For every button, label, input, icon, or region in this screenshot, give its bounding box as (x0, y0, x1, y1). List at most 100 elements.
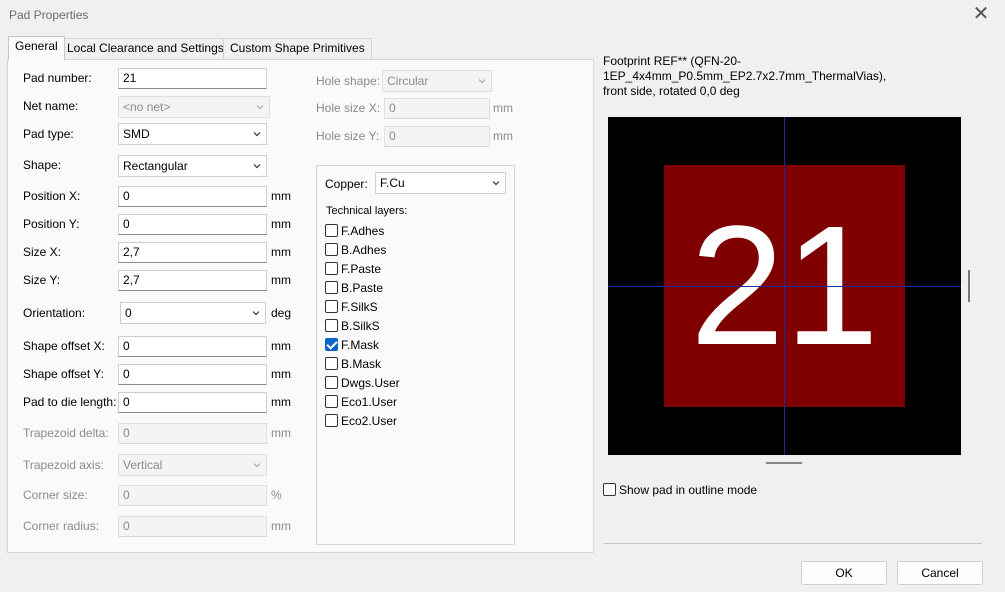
layer-checkbox-eco1-user[interactable]: Eco1.User (325, 395, 397, 411)
pad-number-label: Pad number: (23, 71, 92, 85)
layer-checkbox-f-adhes[interactable]: F.Adhes (325, 224, 384, 240)
ok-button[interactable]: OK (801, 561, 887, 585)
net-name-value: <no net> (123, 100, 171, 114)
chevron-down-icon (478, 79, 486, 84)
checkbox-box[interactable] (325, 300, 338, 313)
layer-label: B.Adhes (341, 243, 387, 257)
cancel-button[interactable]: Cancel (897, 561, 983, 585)
close-icon[interactable]: ✕ (971, 4, 991, 25)
hole-size-x-label: Hole size X: (316, 101, 381, 115)
corner-size-unit: % (271, 488, 282, 502)
hole-size-y-label: Hole size Y: (316, 129, 380, 143)
corner-radius-input: 0 (118, 516, 267, 537)
tab-custom-shape-primitives[interactable]: Custom Shape Primitives (223, 38, 372, 59)
position-y-unit: mm (271, 217, 291, 231)
pad-type-value: SMD (123, 127, 150, 141)
separator-line (603, 543, 982, 544)
copper-select[interactable]: F.Cu (375, 172, 506, 194)
layer-label: F.SilkS (341, 300, 378, 314)
hole-size-y-input: 0 (384, 126, 490, 147)
position-y-label: Position Y: (23, 217, 80, 231)
hole-size-y-unit: mm (493, 129, 513, 143)
shape-offset-y-input[interactable]: 0 (118, 364, 267, 385)
corner-radius-label: Corner radius: (23, 519, 100, 533)
crosshair-horizontal (608, 286, 961, 287)
size-y-unit: mm (271, 273, 291, 287)
size-y-input[interactable]: 2,7 (118, 270, 267, 291)
shape-select[interactable]: Rectangular (118, 155, 267, 177)
shape-offset-y-unit: mm (271, 367, 291, 381)
layer-label: B.Paste (341, 281, 384, 295)
checkbox-box[interactable] (325, 338, 338, 351)
tab-general[interactable]: General (8, 36, 65, 60)
layer-label: Eco2.User (341, 414, 398, 428)
shape-offset-x-unit: mm (271, 339, 291, 353)
shape-label: Shape: (23, 158, 62, 172)
layer-label: F.Adhes (341, 224, 385, 238)
checkbox-box[interactable] (325, 319, 338, 332)
layer-label: B.SilkS (341, 319, 380, 333)
copper-value: F.Cu (380, 176, 405, 190)
layer-label: Dwgs.User (341, 376, 400, 390)
corner-size-label: Corner size: (23, 488, 88, 502)
pad-to-die-input[interactable]: 0 (118, 392, 267, 413)
layer-checkbox-b-adhes[interactable]: B.Adhes (325, 243, 386, 259)
layer-checkbox-eco2-user[interactable]: Eco2.User (325, 414, 397, 430)
trapezoid-delta-input: 0 (118, 423, 267, 444)
layer-label: F.Paste (341, 262, 382, 276)
size-x-input[interactable]: 2,7 (118, 242, 267, 263)
footprint-caption-line2: front side, rotated 0,0 deg (603, 84, 740, 98)
layer-label: F.Mask (341, 338, 380, 352)
checkbox-box[interactable] (325, 357, 338, 370)
pad-number-input[interactable]: 21 (118, 68, 267, 89)
net-name-label: Net name: (23, 99, 79, 113)
checkbox-box[interactable] (325, 262, 338, 275)
checkbox-box[interactable] (325, 281, 338, 294)
shape-offset-x-input[interactable]: 0 (118, 336, 267, 357)
position-y-input[interactable]: 0 (118, 214, 267, 235)
trapezoid-delta-label: Trapezoid delta: (23, 426, 109, 440)
pad-preview-canvas[interactable]: 21 (608, 117, 961, 455)
layer-checkbox-dwgs-user[interactable]: Dwgs.User (325, 376, 400, 392)
trapezoid-axis-value: Vertical (123, 458, 163, 472)
technical-layers-label: Technical layers: (326, 205, 408, 217)
layer-checkbox-f-paste[interactable]: F.Paste (325, 262, 381, 278)
chevron-down-icon (253, 132, 261, 137)
hole-shape-select: Circular (382, 70, 492, 92)
vertical-splitter-handle[interactable] (968, 270, 970, 302)
layer-checkbox-f-mask[interactable]: F.Mask (325, 338, 379, 354)
orientation-combo[interactable]: 0 (120, 302, 266, 324)
outline-mode-checkbox[interactable]: Show pad in outline mode (603, 483, 757, 497)
checkbox-box[interactable] (325, 224, 338, 237)
outline-mode-label: Show pad in outline mode (619, 483, 758, 497)
window-title: Pad Properties (9, 8, 89, 22)
position-x-label: Position X: (23, 189, 81, 203)
layer-label: B.Mask (341, 357, 382, 371)
chevron-down-icon (253, 463, 261, 468)
orientation-label: Orientation: (23, 306, 86, 320)
size-x-unit: mm (271, 245, 291, 259)
layer-checkbox-f-silks[interactable]: F.SilkS (325, 300, 378, 316)
position-x-unit: mm (271, 189, 291, 203)
outline-mode-checkbox-box[interactable] (603, 483, 616, 496)
copper-label: Copper: (325, 177, 368, 191)
horizontal-splitter-handle[interactable] (766, 462, 802, 464)
footprint-caption-line1: Footprint REF** (QFN-20-1EP_4x4mm_P0.5mm… (603, 54, 887, 83)
trapezoid-axis-select: Vertical (118, 454, 267, 476)
layer-checkbox-b-mask[interactable]: B.Mask (325, 357, 381, 373)
trapezoid-axis-label: Trapezoid axis: (23, 458, 104, 472)
tab-local-clearance[interactable]: Local Clearance and Settings (60, 38, 231, 59)
layer-checkbox-b-paste[interactable]: B.Paste (325, 281, 383, 297)
hole-shape-value: Circular (387, 74, 429, 88)
size-y-label: Size Y: (23, 273, 61, 287)
position-x-input[interactable]: 0 (118, 186, 267, 207)
pad-type-select[interactable]: SMD (118, 123, 267, 145)
checkbox-box[interactable] (325, 243, 338, 256)
checkbox-box[interactable] (325, 376, 338, 389)
layer-checkbox-b-silks[interactable]: B.SilkS (325, 319, 380, 335)
checkbox-box[interactable] (325, 414, 338, 427)
corner-size-input: 0 (118, 485, 267, 506)
shape-offset-y-label: Shape offset Y: (23, 367, 104, 381)
checkbox-box[interactable] (325, 395, 338, 408)
net-name-select: <no net> (118, 96, 270, 118)
